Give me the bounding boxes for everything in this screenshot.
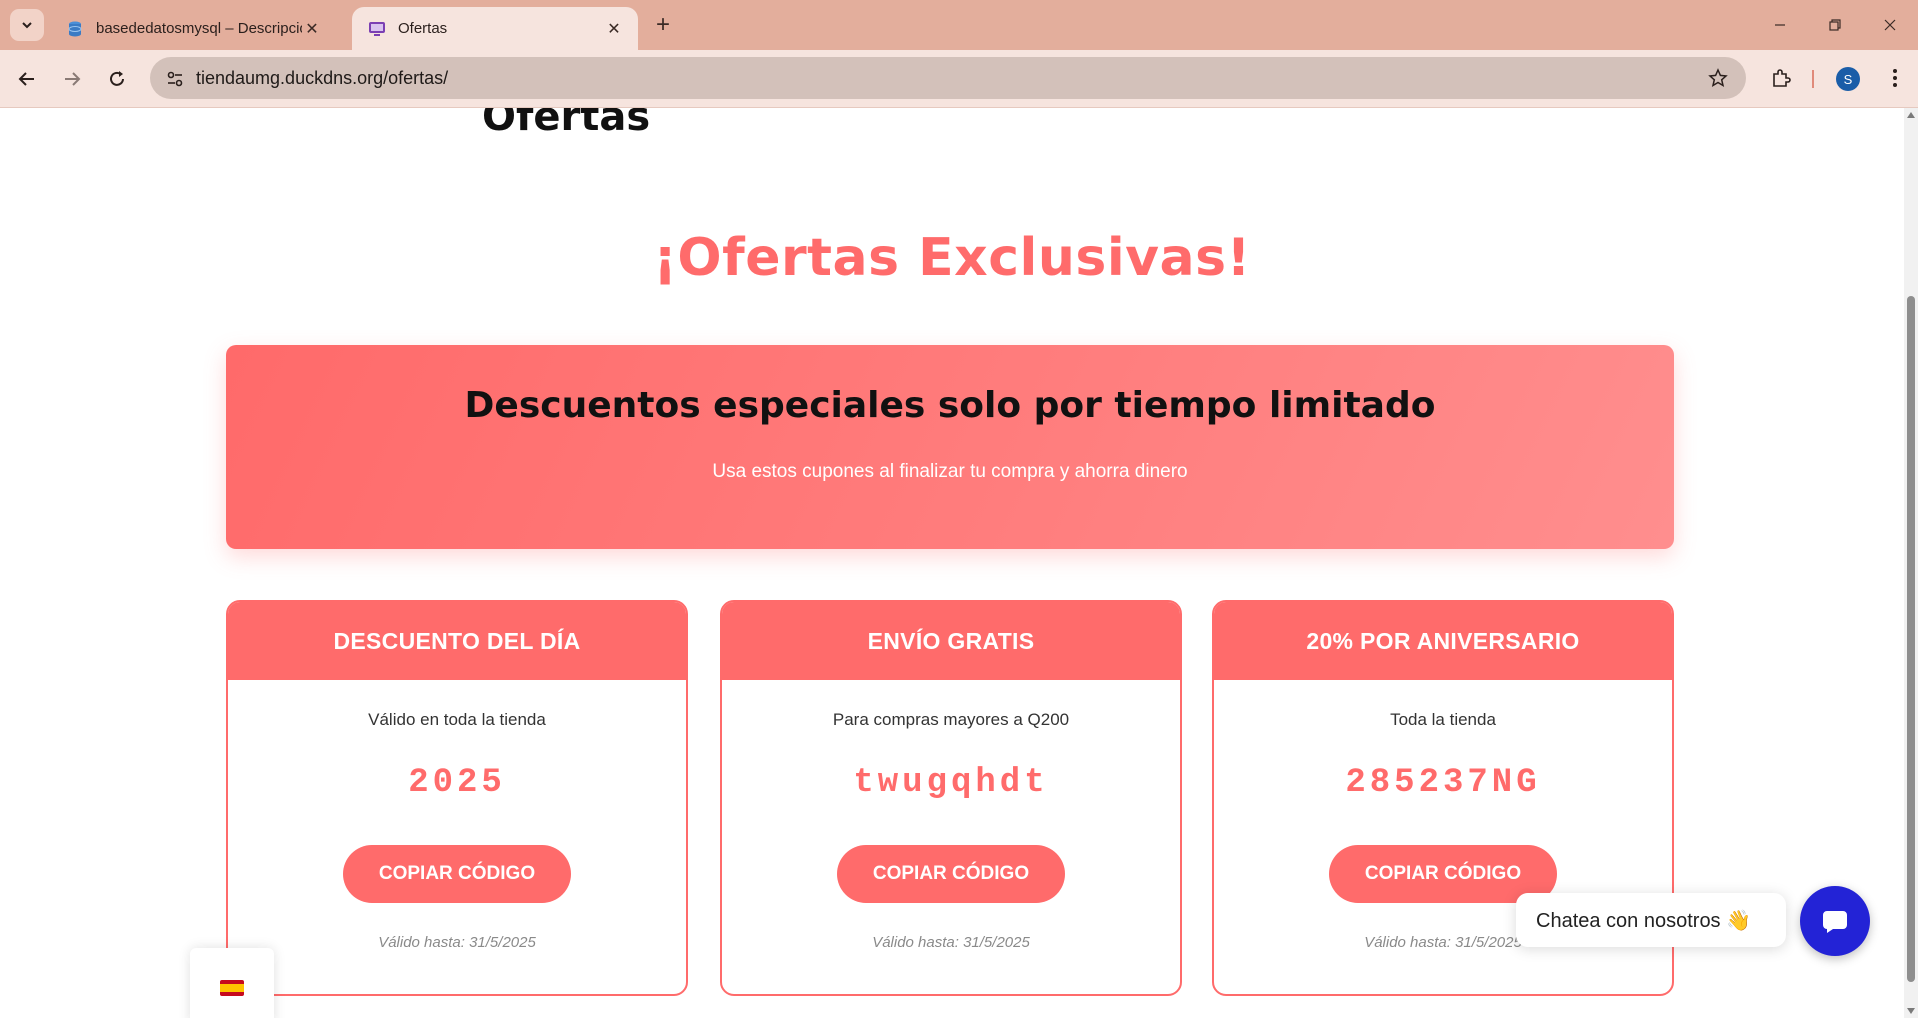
back-icon[interactable]: [11, 63, 43, 95]
coupon-title: 20% POR ANIVERSARIO: [1214, 602, 1672, 680]
page-viewport: Ofertas ¡Ofertas Exclusivas! Descuentos …: [0, 108, 1904, 1018]
coupon-description: Para compras mayores a Q200: [832, 710, 1070, 729]
close-window-icon[interactable]: [1870, 10, 1910, 40]
address-bar[interactable]: tiendaumg.duckdns.org/ofertas/: [150, 57, 1746, 99]
new-tab-button[interactable]: +: [650, 11, 676, 38]
monitor-icon: [368, 20, 386, 38]
tab-title: Ofertas: [398, 20, 448, 37]
browser-toolbar: tiendaumg.duckdns.org/ofertas/ S: [0, 50, 1918, 108]
banner-title: Descuentos especiales solo por tiempo li…: [464, 385, 1436, 426]
coupon-code: 285237NG: [1345, 764, 1541, 802]
hero-title: ¡Ofertas Exclusivas!: [653, 228, 1251, 288]
coupon-title: ENVÍO GRATIS: [722, 602, 1180, 680]
coupon-title: DESCUENTO DEL DÍA: [228, 602, 686, 680]
scroll-up-arrow-icon[interactable]: [1907, 112, 1915, 118]
tab-title: basededatosmysql – Descripción: [96, 20, 302, 37]
coupon-valid-until: Válido hasta: 31/5/2025: [872, 934, 1030, 951]
copy-code-button[interactable]: COPIAR CÓDIGO: [343, 845, 571, 903]
scrollbar[interactable]: [1904, 108, 1918, 1018]
toolbar-separator: [1812, 70, 1814, 88]
tab-basededatos[interactable]: basededatosmysql – Descripción ✕: [50, 7, 336, 50]
chat-icon: [1823, 911, 1847, 933]
coupon-card: ENVÍO GRATIS Para compras mayores a Q200…: [720, 600, 1182, 996]
coupon-description: Válido en toda la tienda: [368, 710, 546, 729]
forward-icon[interactable]: [56, 63, 88, 95]
chat-button[interactable]: [1800, 886, 1870, 956]
restore-icon[interactable]: [1815, 10, 1855, 40]
banner-subtitle: Usa estos cupones al finalizar tu compra…: [712, 461, 1188, 482]
coupon-valid-until: Válido hasta: 31/5/2025: [378, 934, 536, 951]
promo-banner: Descuentos especiales solo por tiempo li…: [226, 345, 1674, 549]
page-heading: Ofertas: [482, 108, 651, 140]
site-settings-icon[interactable]: [162, 66, 188, 92]
coupon-card: DESCUENTO DEL DÍA Válido en toda la tien…: [226, 600, 688, 996]
tab-search-button[interactable]: [10, 9, 44, 41]
chat-prompt[interactable]: Chatea con nosotros 👋: [1516, 893, 1786, 947]
profile-avatar[interactable]: S: [1836, 67, 1860, 91]
close-tab-icon[interactable]: ✕: [604, 19, 624, 39]
coupon-code: twugqhdt: [853, 764, 1049, 802]
copy-code-button[interactable]: COPIAR CÓDIGO: [837, 845, 1065, 903]
coupon-code: 2025: [408, 764, 506, 802]
chevron-down-icon: [22, 22, 32, 29]
kebab-menu-icon[interactable]: [1880, 63, 1910, 93]
bookmark-star-icon[interactable]: [1706, 66, 1730, 90]
extensions-icon[interactable]: [1766, 63, 1796, 93]
tab-bar: basededatosmysql – Descripción ✕ Ofertas…: [0, 0, 1918, 50]
close-tab-icon[interactable]: ✕: [302, 19, 322, 39]
url-text: tiendaumg.duckdns.org/ofertas/: [196, 68, 449, 88]
tab-ofertas[interactable]: Ofertas ✕: [352, 7, 638, 50]
coupon-description: Toda la tienda: [1390, 710, 1496, 729]
database-icon: [66, 20, 84, 38]
spain-flag-icon: [220, 980, 244, 996]
minimize-icon[interactable]: [1760, 10, 1800, 40]
scroll-thumb[interactable]: [1907, 296, 1915, 982]
language-selector[interactable]: [190, 948, 274, 1018]
reload-icon[interactable]: [101, 63, 133, 95]
scroll-down-arrow-icon[interactable]: [1907, 1008, 1915, 1014]
